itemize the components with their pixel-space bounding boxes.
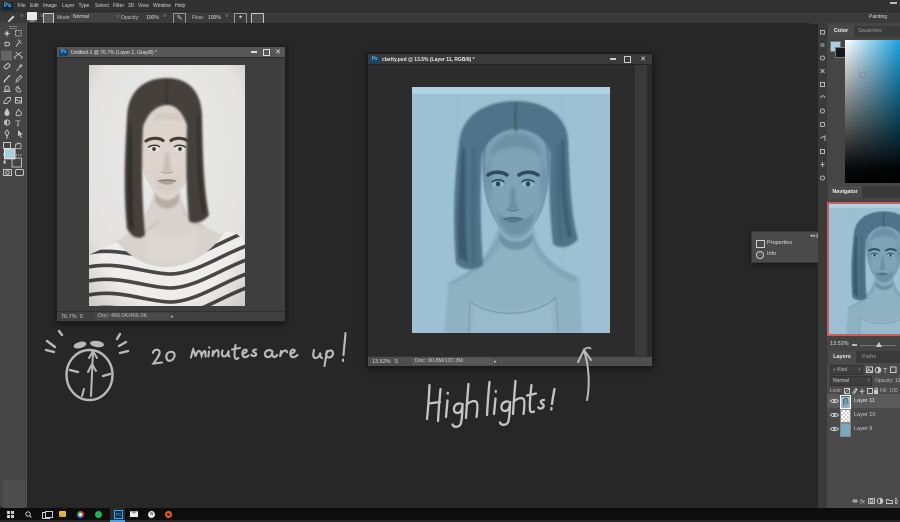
svg-text:T: T	[883, 368, 888, 374]
svg-text:fx: fx	[860, 499, 866, 506]
svg-text:T: T	[16, 119, 21, 128]
